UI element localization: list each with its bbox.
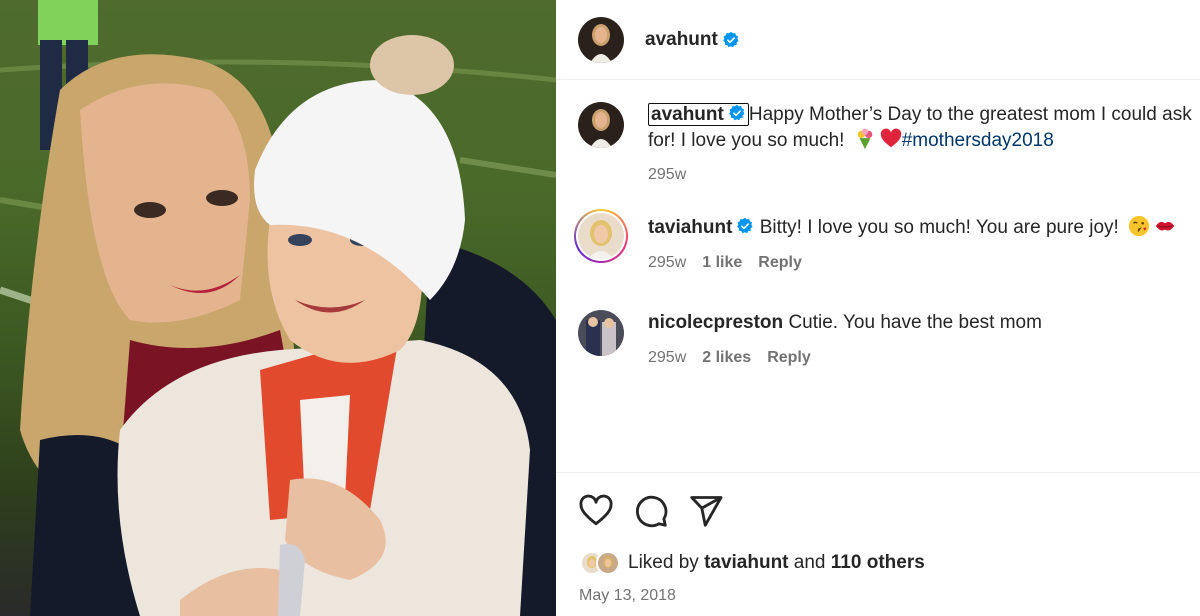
caption-meta: 295w bbox=[648, 162, 1200, 188]
author-username[interactable]: avahunt bbox=[645, 29, 718, 51]
verified-badge-icon bbox=[729, 104, 745, 121]
comment-time[interactable]: 295w bbox=[648, 345, 686, 371]
comment-text-block: nicolecpreston Cutie. You have the best … bbox=[648, 310, 1200, 336]
liked-by-prefix: Liked by bbox=[628, 552, 699, 573]
comment-body: nicolecpreston Cutie. You have the best … bbox=[648, 310, 1200, 371]
comment-icon[interactable] bbox=[633, 493, 669, 529]
post-actions-area: Liked by taviahunt and 110 others May 13… bbox=[556, 472, 1200, 616]
comment-reply-button[interactable]: Reply bbox=[767, 345, 811, 371]
liker-avatar[interactable] bbox=[596, 551, 620, 575]
comment-username[interactable]: taviahunt bbox=[648, 217, 732, 238]
share-icon[interactable] bbox=[688, 493, 724, 529]
comment-username[interactable]: nicolecpreston bbox=[648, 312, 783, 333]
verified-badge-icon bbox=[737, 217, 753, 234]
comment-body: taviahunt Bitty! I love you so much! You… bbox=[648, 213, 1200, 276]
commenter-avatar-story-ring[interactable] bbox=[574, 209, 628, 263]
commenter-avatar[interactable] bbox=[578, 310, 624, 356]
comment-text: Bitty! I love you so much! You are pure … bbox=[759, 217, 1119, 238]
comment-text: Cutie. You have the best mom bbox=[788, 312, 1042, 333]
post-header: avahunt bbox=[556, 0, 1200, 80]
comment-time[interactable]: 295w bbox=[648, 250, 686, 276]
verified-badge-icon bbox=[723, 31, 739, 47]
comment-meta: 295w 2 likes Reply bbox=[648, 345, 1200, 371]
caption-author-avatar[interactable] bbox=[578, 102, 624, 148]
comment-meta: 295w 1 like Reply bbox=[648, 250, 1200, 276]
liked-by-others[interactable]: 110 others bbox=[831, 552, 925, 574]
caption-text-block: avahunt Happy Mother’s Day to the greates… bbox=[648, 102, 1200, 154]
post-photo-illustration bbox=[0, 0, 556, 616]
bouquet-emoji bbox=[857, 128, 873, 150]
caption-username[interactable]: avahunt bbox=[651, 104, 724, 125]
action-icons-row bbox=[578, 493, 724, 529]
kiss-lips-emoji bbox=[1155, 221, 1175, 231]
caption-username-box[interactable]: avahunt bbox=[648, 103, 749, 126]
likes-summary: Liked by taviahunt and 110 others bbox=[580, 551, 925, 575]
post-details-panel: avahunt avahunt Happy Mother’s Day to the… bbox=[556, 0, 1200, 616]
comment-row: taviahunt Bitty! I love you so much! You… bbox=[574, 209, 1200, 276]
liker-avatars[interactable] bbox=[580, 551, 620, 575]
post-date[interactable]: May 13, 2018 bbox=[579, 587, 676, 605]
author-avatar[interactable] bbox=[578, 16, 624, 63]
post-photo[interactable] bbox=[0, 0, 556, 616]
caption-row: avahunt Happy Mother’s Day to the greates… bbox=[578, 102, 1200, 188]
caption-body: avahunt Happy Mother’s Day to the greates… bbox=[648, 102, 1200, 188]
caption-hashtag[interactable]: #mothersday2018 bbox=[902, 130, 1054, 151]
comment-text-block: taviahunt Bitty! I love you so much! You… bbox=[648, 215, 1200, 241]
comment-like-count[interactable]: 1 like bbox=[702, 250, 742, 276]
comments-section: avahunt Happy Mother’s Day to the greates… bbox=[556, 80, 1200, 472]
heart-icon[interactable] bbox=[578, 493, 614, 529]
red-heart-emoji bbox=[880, 128, 901, 148]
liked-by-joiner: and bbox=[793, 552, 826, 573]
liked-by-user[interactable]: taviahunt bbox=[704, 552, 788, 574]
caption-time[interactable]: 295w bbox=[648, 162, 686, 188]
commenter-avatar[interactable] bbox=[576, 211, 626, 261]
face-blowing-kiss-emoji bbox=[1129, 215, 1150, 237]
comment-reply-button[interactable]: Reply bbox=[758, 250, 802, 276]
comment-like-count[interactable]: 2 likes bbox=[702, 345, 751, 371]
comment-row: nicolecpreston Cutie. You have the best … bbox=[578, 310, 1200, 371]
